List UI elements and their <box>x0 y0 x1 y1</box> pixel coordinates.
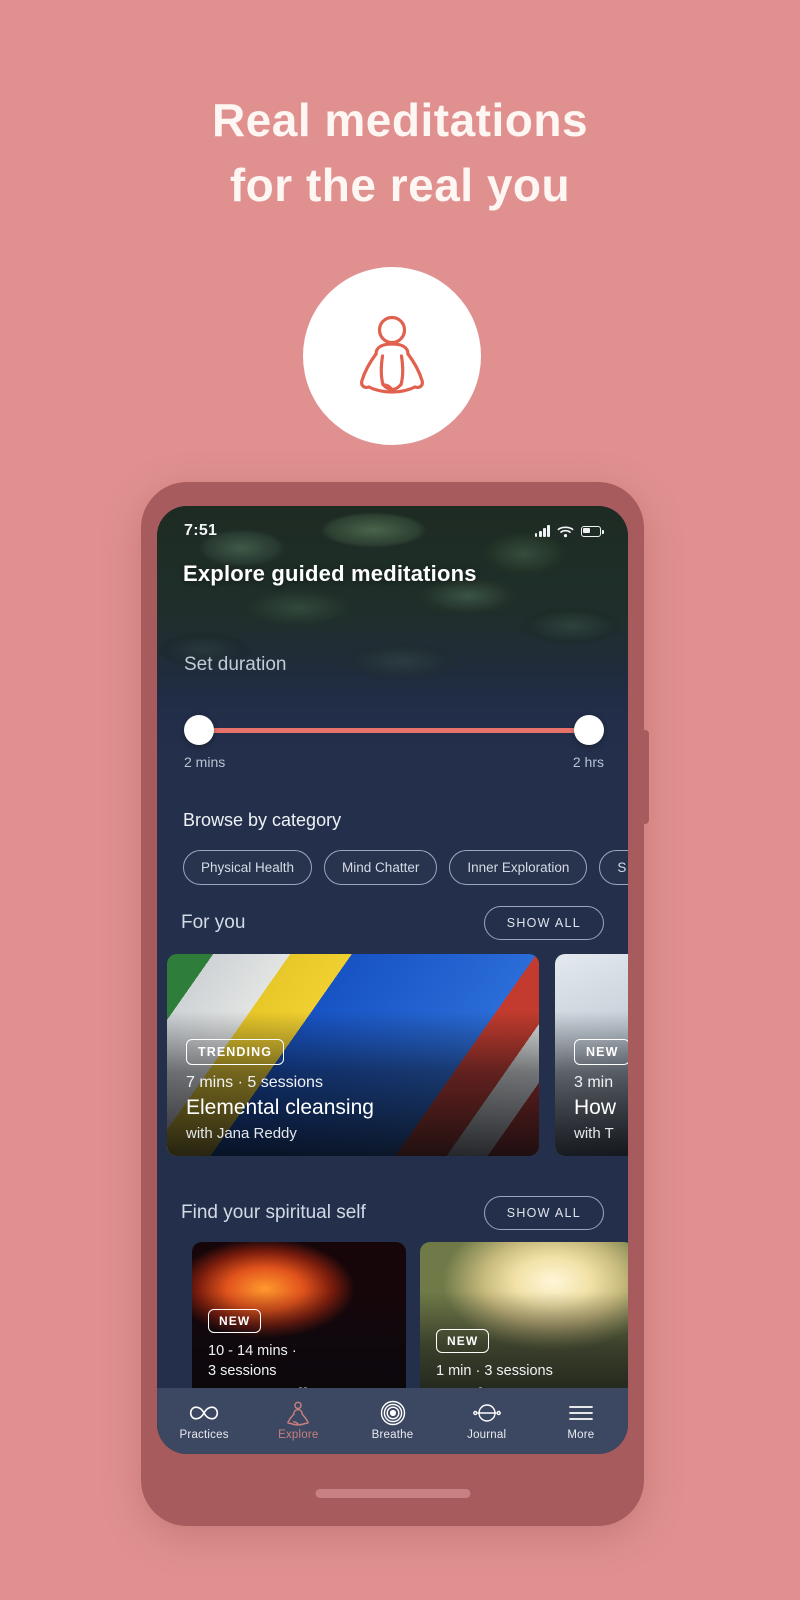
slider-min-label: 2 mins <box>184 754 226 770</box>
battery-icon <box>581 525 604 537</box>
for-you-title: For you <box>181 912 246 933</box>
app-logo-badge <box>303 267 481 445</box>
concentric-circles-icon <box>380 1400 406 1426</box>
meditation-lotus-icon <box>360 315 424 394</box>
page-title: Explore guided meditations <box>183 561 477 586</box>
nav-label: Breathe <box>371 1429 414 1441</box>
card-meta: 3 min <box>574 1074 614 1091</box>
for-you-carousel[interactable]: TRENDING 7 mins · 5 sessions Elemental c… <box>157 954 628 1156</box>
card-badge-trending: TRENDING <box>186 1039 285 1065</box>
for-you-section-header: For you SHOW ALL <box>157 906 628 940</box>
spiritual-title: Find your spiritual self <box>181 1202 366 1223</box>
nav-item-practices[interactable]: Practices <box>157 1401 251 1441</box>
marketing-headline: Real meditations for the real you <box>0 88 800 219</box>
card-author: with Jana Reddy <box>186 1125 297 1142</box>
card-author: with T <box>574 1125 614 1142</box>
nav-item-explore[interactable]: Explore <box>251 1401 345 1441</box>
headline-line-2: for the real you <box>229 159 571 212</box>
cellular-signal-icon <box>534 525 550 537</box>
category-chip-partial[interactable]: S <box>599 850 628 885</box>
wifi-icon <box>557 525 574 537</box>
card-badge-new: NEW <box>208 1309 262 1333</box>
nav-label: Journal <box>467 1429 507 1441</box>
card-title: Elemental cleansing <box>186 1096 374 1119</box>
headline-line-1: Real meditations <box>211 94 589 146</box>
for-you-show-all-button[interactable]: SHOW ALL <box>483 906 604 940</box>
bottom-navigation-bar: Practices Explore Breathe Journal More <box>157 1388 628 1454</box>
card-meta: 7 mins · 5 sessions <box>186 1074 323 1091</box>
spiritual-section-header: Find your spiritual self SHOW ALL <box>157 1196 628 1230</box>
nav-label: Explore <box>278 1429 319 1441</box>
status-time: 7:51 <box>184 522 218 539</box>
home-indicator <box>315 1489 470 1498</box>
set-duration-label: Set duration <box>184 654 287 675</box>
card-meta: 1 min · 3 sessions <box>436 1363 553 1379</box>
meditation-card-partial[interactable]: NEW 3 min How with T <box>555 954 628 1156</box>
status-bar: 7:51 <box>157 520 628 542</box>
slider-max-label: 2 hrs <box>572 754 604 770</box>
card-meta: 10 - 14 mins · 3 sessions <box>208 1343 297 1379</box>
nav-label: Practices <box>179 1429 229 1441</box>
meditation-card-elemental-cleansing[interactable]: TRENDING 7 mins · 5 sessions Elemental c… <box>167 954 539 1156</box>
category-chip-mind-chatter[interactable]: Mind Chatter <box>324 850 438 885</box>
phone-frame: 7:51 Explore guided meditations Set dura… <box>141 482 649 1526</box>
category-chip-inner-exploration[interactable]: Inner Exploration <box>449 850 588 885</box>
card-title: How <box>574 1096 617 1119</box>
nav-item-more[interactable]: More <box>534 1401 628 1441</box>
card-badge-new: NEW <box>574 1039 628 1065</box>
spiritual-show-all-button[interactable]: SHOW ALL <box>483 1196 604 1230</box>
meditation-figure-icon <box>285 1401 311 1426</box>
browse-category-title: Browse by category <box>183 810 342 830</box>
status-icon-group <box>534 525 604 538</box>
category-chip-list: Physical Health Mind Chatter Inner Explo… <box>183 850 628 885</box>
slider-handle-min[interactable] <box>184 715 214 745</box>
slider-handle-max[interactable] <box>574 715 604 745</box>
phone-screen: 7:51 Explore guided meditations Set dura… <box>157 506 628 1454</box>
infinity-icon <box>189 1401 219 1425</box>
hamburger-menu-icon <box>568 1401 594 1425</box>
card-badge-new: NEW <box>436 1329 490 1353</box>
phone-side-button[interactable] <box>642 730 649 824</box>
category-chip-physical-health[interactable]: Physical Health <box>183 850 313 885</box>
nav-item-journal[interactable]: Journal <box>440 1401 534 1441</box>
orbit-circle-icon <box>472 1401 502 1425</box>
nav-label: More <box>567 1429 595 1441</box>
slider-track[interactable] <box>196 728 592 733</box>
nav-item-breathe[interactable]: Breathe <box>345 1400 439 1441</box>
